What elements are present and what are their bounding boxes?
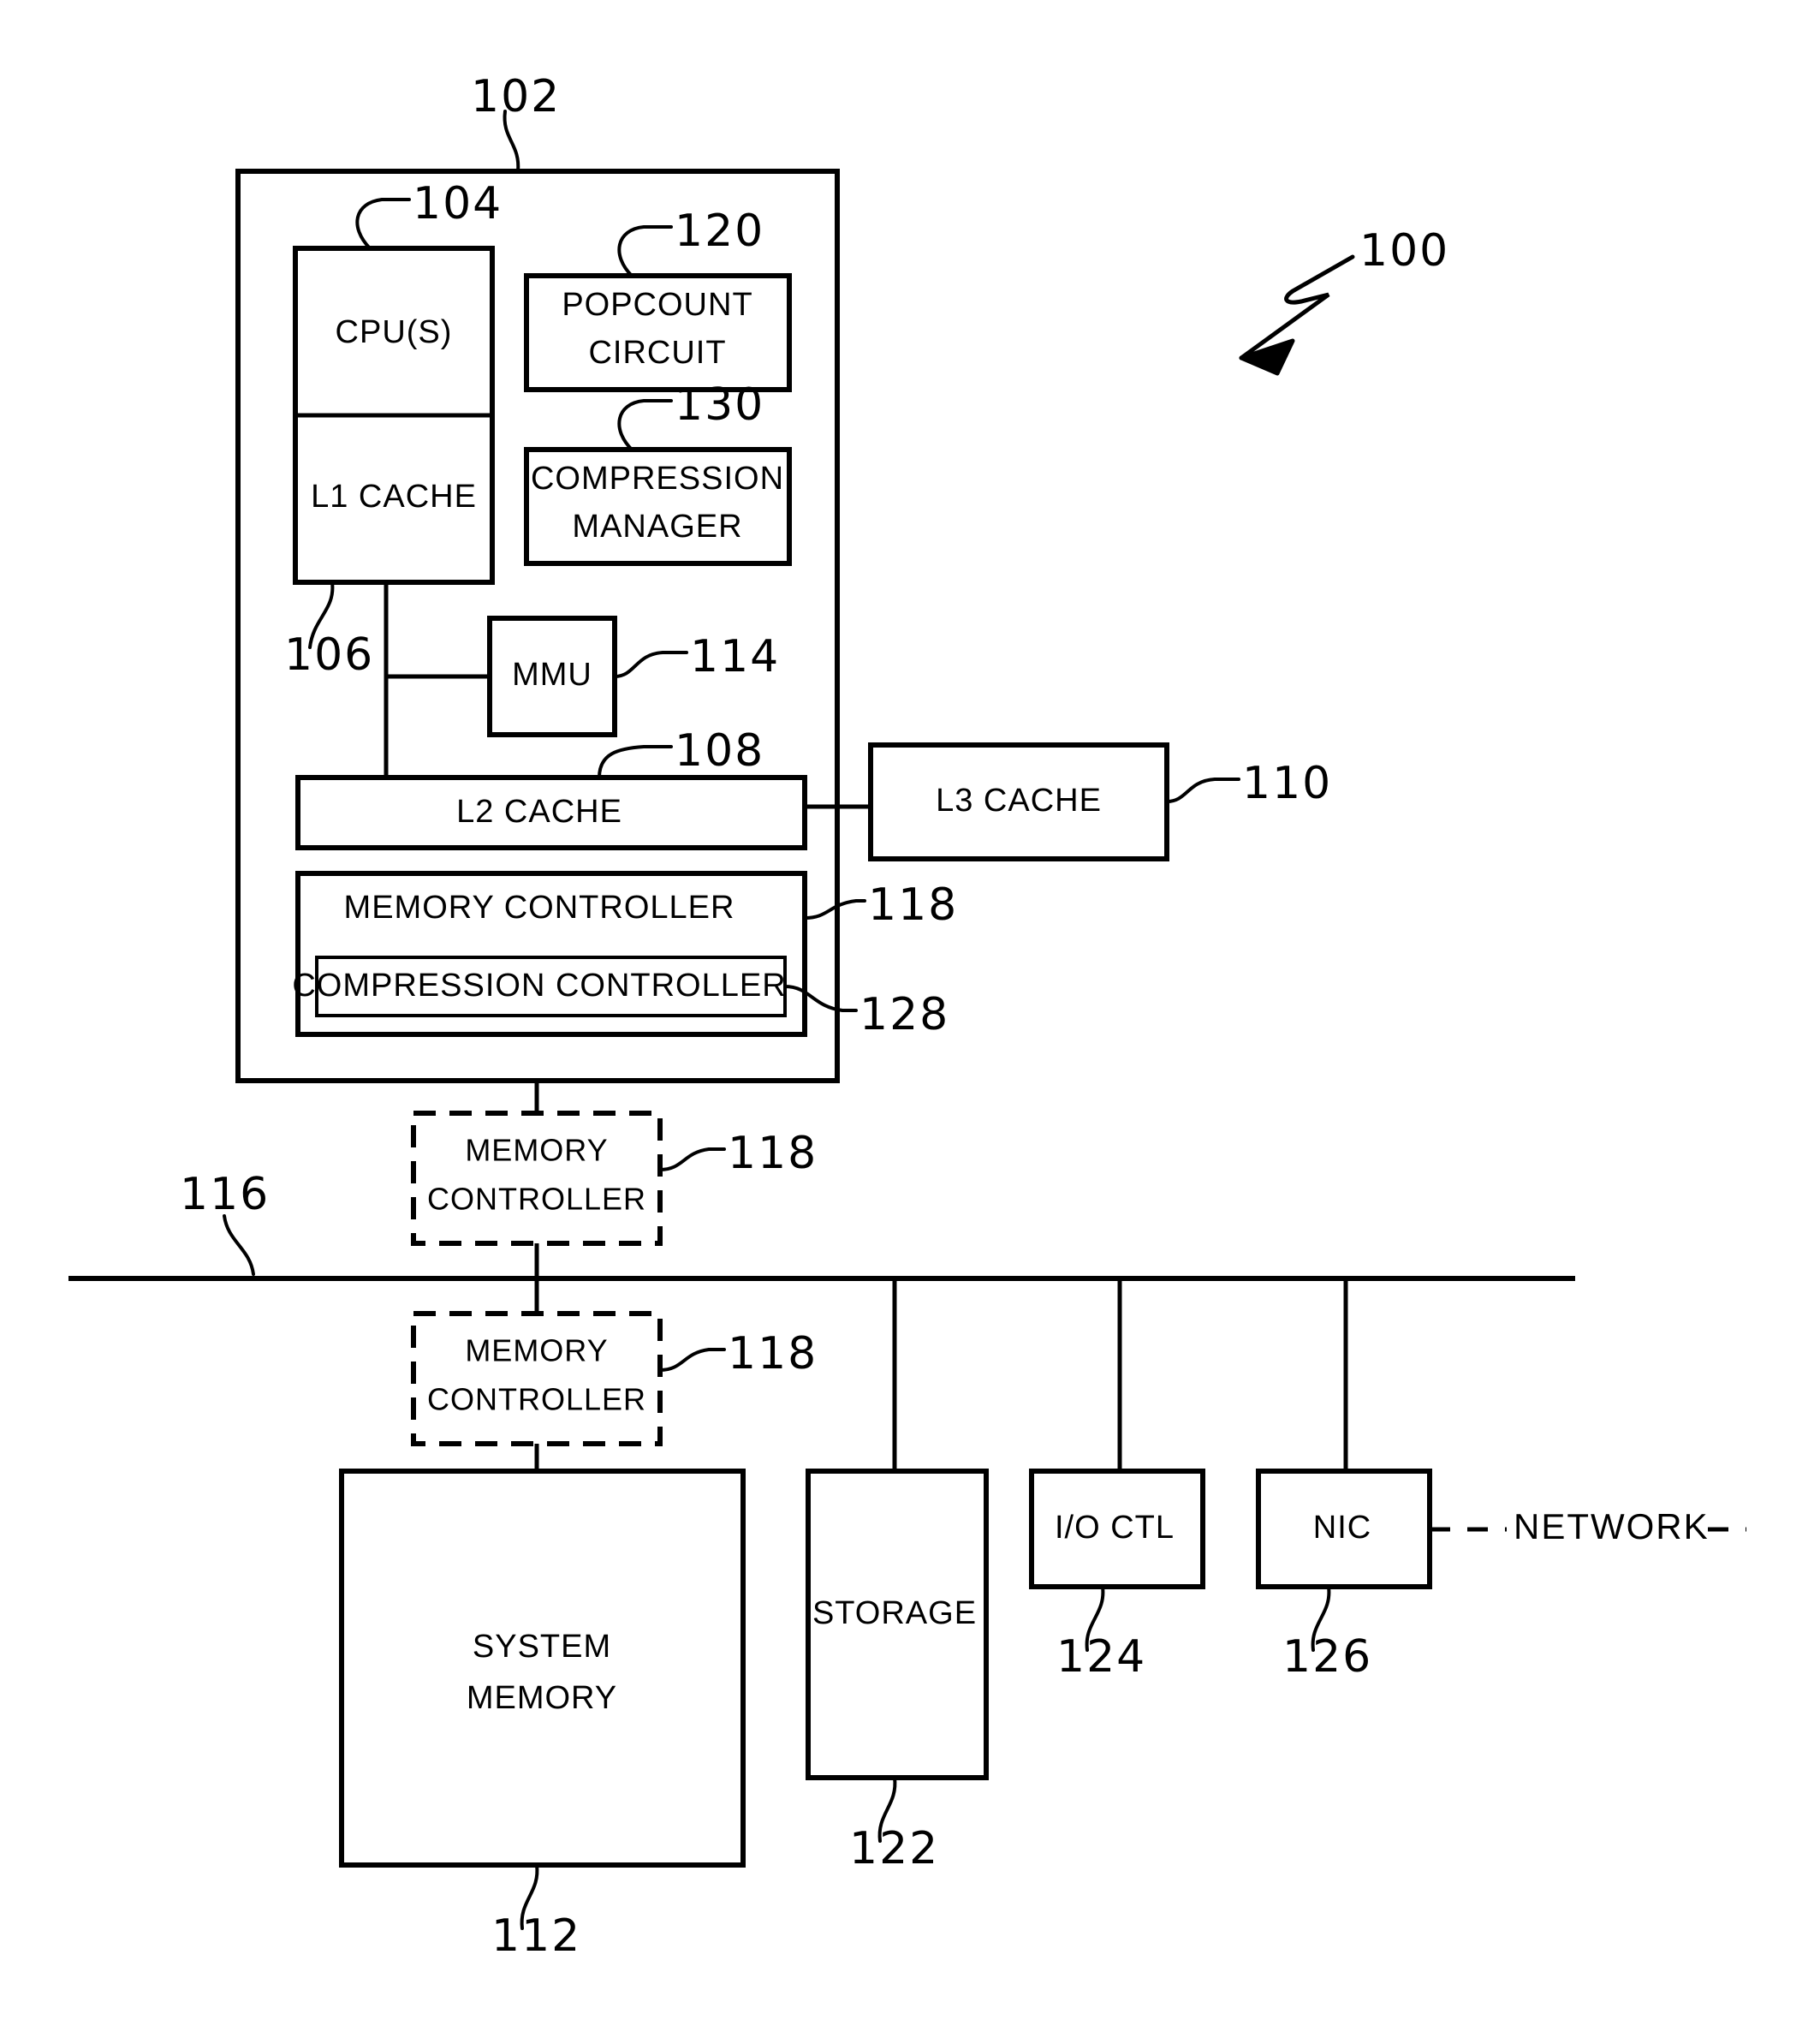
leader-line-110 [1165, 778, 1240, 803]
ref-102: 102 [471, 71, 561, 122]
ref-114: 114 [690, 631, 780, 682]
l2-cache-label: L2 CACHE [456, 794, 622, 830]
memory-controller-above-bus-label-line1: MEMORY [465, 1133, 608, 1168]
memory-controller-above-bus-label-line2: CONTROLLER [427, 1182, 646, 1217]
popcount-label-line1: POPCOUNT [562, 287, 752, 323]
ref-120: 120 [675, 206, 764, 257]
mmu-label: MMU [512, 657, 592, 693]
system-memory-label-line2: MEMORY [467, 1680, 617, 1716]
l1-cache-label: L1 CACHE [311, 479, 477, 515]
ref-130: 130 [675, 379, 764, 431]
ref-118-internal: 118 [868, 879, 958, 931]
ref-104: 104 [413, 178, 503, 229]
network-label: NETWORK [1514, 1506, 1710, 1546]
ref-122: 122 [849, 1823, 939, 1874]
compression-manager-label-line1: COMPRESSION [531, 461, 784, 497]
ref-110: 110 [1242, 758, 1332, 809]
io-ctl-label: I/O CTL [1055, 1510, 1175, 1546]
ref-108: 108 [675, 725, 764, 777]
compression-manager-label-line2: MANAGER [572, 509, 742, 545]
ref-118-below: 118 [728, 1328, 818, 1379]
leader-line-116 [223, 1214, 255, 1276]
ref-112: 112 [491, 1910, 581, 1962]
ref-126: 126 [1282, 1631, 1372, 1683]
overall-ref-arrow-line [1239, 254, 1355, 361]
compression-controller-label: COMPRESSION CONTROLLER [292, 968, 786, 1004]
system-memory-label-line1: SYSTEM [473, 1629, 611, 1665]
patent-figure: CPU(S) L1 CACHE POPCOUNT CIRCUIT COMPRES… [0, 0, 1820, 2026]
cpus-label: CPU(S) [336, 314, 453, 350]
system-memory-block [339, 1469, 746, 1868]
leader-line-118-above [658, 1147, 726, 1171]
ref-128: 128 [859, 989, 949, 1040]
nic-label: NIC [1313, 1510, 1371, 1546]
memory-controller-below-bus-label-line1: MEMORY [465, 1333, 608, 1368]
popcount-label-line2: CIRCUIT [588, 335, 726, 371]
storage-label: STORAGE [812, 1595, 977, 1631]
memory-controller-internal-label: MEMORY CONTROLLER [344, 890, 735, 926]
figure-canvas: CPU(S) L1 CACHE POPCOUNT CIRCUIT COMPRES… [68, 71, 1746, 1962]
ref-106: 106 [284, 629, 374, 681]
l3-cache-label: L3 CACHE [936, 783, 1102, 819]
ref-124: 124 [1056, 1631, 1146, 1683]
ref-100: 100 [1359, 225, 1449, 277]
ref-116: 116 [180, 1169, 270, 1220]
overall-ref-arrowhead [1239, 338, 1295, 376]
memory-controller-below-bus-label-line2: CONTROLLER [427, 1382, 646, 1417]
ref-118-above: 118 [728, 1128, 818, 1179]
leader-line-118-below [658, 1348, 726, 1372]
